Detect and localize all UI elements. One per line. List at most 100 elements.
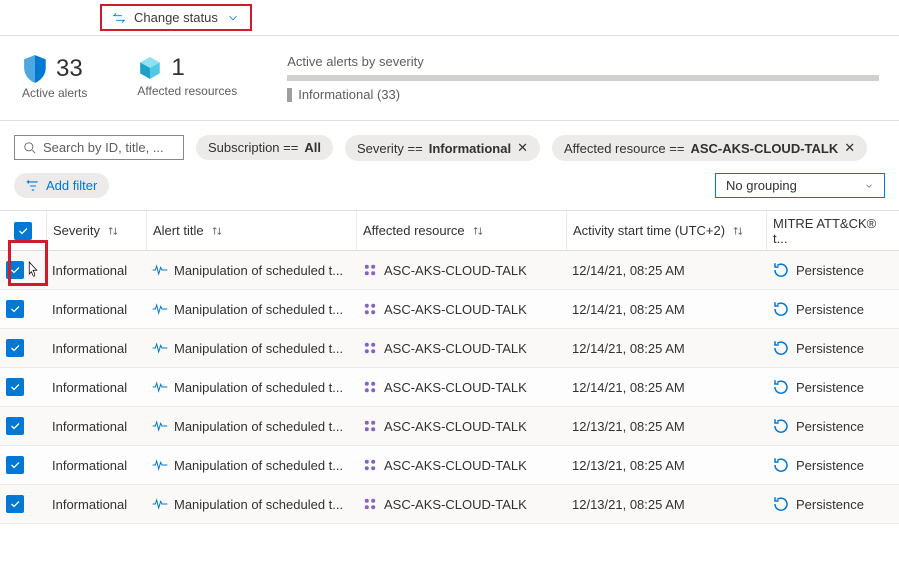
- stat-active-alerts: 33 Active alerts: [22, 54, 87, 100]
- pulse-icon: [152, 420, 168, 432]
- filter-bar: Search by ID, title, ... Subscription ==…: [0, 121, 899, 202]
- summary-bar: 33 Active alerts 1 Affected resources Ac…: [0, 36, 899, 121]
- affected-resources-label: Affected resources: [137, 84, 237, 98]
- sort-icon: [731, 224, 745, 238]
- row-title: Manipulation of scheduled t...: [146, 380, 356, 395]
- row-start: 12/14/21, 08:25 AM: [566, 263, 766, 278]
- col-start[interactable]: Activity start time (UTC+2): [566, 211, 766, 250]
- row-title: Manipulation of scheduled t...: [146, 497, 356, 512]
- row-mitre: Persistence: [766, 495, 899, 513]
- table-row[interactable]: InformationalManipulation of scheduled t…: [0, 485, 899, 524]
- row-checkbox[interactable]: [0, 495, 46, 513]
- toolbar: Change status: [0, 0, 899, 36]
- col-resource[interactable]: Affected resource: [356, 211, 566, 250]
- persistence-icon: [772, 417, 790, 435]
- row-severity: Informational: [46, 458, 146, 473]
- stat-affected-resources: 1 Affected resources: [137, 54, 237, 98]
- sort-icon: [106, 224, 120, 238]
- active-alerts-count: 33: [56, 55, 83, 83]
- swap-icon: [112, 11, 126, 25]
- row-checkbox[interactable]: [0, 300, 46, 318]
- search-icon: [23, 141, 37, 155]
- pulse-icon: [152, 498, 168, 510]
- sort-icon: [210, 224, 224, 238]
- filter-pill-resource[interactable]: Affected resource == ASC-AKS-CLOUD-TALK …: [552, 135, 867, 161]
- shield-icon: [22, 54, 48, 84]
- row-severity: Informational: [46, 263, 146, 278]
- row-mitre: Persistence: [766, 456, 899, 474]
- active-alerts-label: Active alerts: [22, 86, 87, 100]
- row-mitre: Persistence: [766, 339, 899, 357]
- row-resource: ASC-AKS-CLOUD-TALK: [356, 457, 566, 473]
- table-row[interactable]: InformationalManipulation of scheduled t…: [0, 446, 899, 485]
- persistence-icon: [772, 456, 790, 474]
- change-status-button[interactable]: Change status: [100, 4, 252, 31]
- alerts-table: Severity Alert title Affected resource A…: [0, 210, 899, 524]
- table-row[interactable]: InformationalManipulation of scheduled t…: [0, 407, 899, 446]
- severity-legend-text: Informational (33): [298, 87, 400, 102]
- row-checkbox[interactable]: [0, 378, 46, 396]
- pulse-icon: [152, 342, 168, 354]
- pulse-icon: [152, 264, 168, 276]
- close-icon[interactable]: ✕: [517, 140, 528, 156]
- filter-pill-severity[interactable]: Severity == Informational ✕: [345, 135, 540, 161]
- resource-icon: [362, 301, 378, 317]
- table-row[interactable]: InformationalManipulation of scheduled t…: [0, 251, 899, 290]
- row-mitre: Persistence: [766, 378, 899, 396]
- row-start: 12/14/21, 08:25 AM: [566, 341, 766, 356]
- resource-icon: [362, 379, 378, 395]
- resource-icon: [362, 457, 378, 473]
- row-resource: ASC-AKS-CLOUD-TALK: [356, 418, 566, 434]
- row-resource: ASC-AKS-CLOUD-TALK: [356, 340, 566, 356]
- row-resource: ASC-AKS-CLOUD-TALK: [356, 262, 566, 278]
- table-row[interactable]: InformationalManipulation of scheduled t…: [0, 329, 899, 368]
- row-start: 12/14/21, 08:25 AM: [566, 302, 766, 317]
- col-title[interactable]: Alert title: [146, 211, 356, 250]
- row-mitre: Persistence: [766, 417, 899, 435]
- row-severity: Informational: [46, 380, 146, 395]
- search-placeholder: Search by ID, title, ...: [43, 140, 164, 155]
- resource-icon: [362, 418, 378, 434]
- add-filter-button[interactable]: Add filter: [14, 173, 109, 198]
- row-start: 12/13/21, 08:25 AM: [566, 419, 766, 434]
- row-start: 12/13/21, 08:25 AM: [566, 458, 766, 473]
- col-mitre[interactable]: MITRE ATT&CK® t...: [766, 211, 899, 250]
- filter-pill-subscription[interactable]: Subscription == All: [196, 135, 333, 160]
- severity-swatch: [287, 88, 292, 102]
- col-severity[interactable]: Severity: [46, 211, 146, 250]
- row-title: Manipulation of scheduled t...: [146, 458, 356, 473]
- row-severity: Informational: [46, 302, 146, 317]
- resource-icon: [362, 340, 378, 356]
- row-resource: ASC-AKS-CLOUD-TALK: [356, 496, 566, 512]
- pulse-icon: [152, 381, 168, 393]
- persistence-icon: [772, 339, 790, 357]
- row-title: Manipulation of scheduled t...: [146, 341, 356, 356]
- select-all-checkbox[interactable]: [0, 211, 46, 250]
- persistence-icon: [772, 378, 790, 396]
- sort-icon: [471, 224, 485, 238]
- table-row[interactable]: InformationalManipulation of scheduled t…: [0, 290, 899, 329]
- change-status-label: Change status: [134, 10, 218, 25]
- row-severity: Informational: [46, 341, 146, 356]
- row-resource: ASC-AKS-CLOUD-TALK: [356, 301, 566, 317]
- close-icon[interactable]: ✕: [844, 140, 855, 156]
- row-checkbox[interactable]: [0, 417, 46, 435]
- persistence-icon: [772, 495, 790, 513]
- table-row[interactable]: InformationalManipulation of scheduled t…: [0, 368, 899, 407]
- chevron-down-icon: [864, 181, 874, 191]
- severity-chart: Active alerts by severity Informational …: [287, 54, 879, 102]
- persistence-icon: [772, 300, 790, 318]
- persistence-icon: [772, 261, 790, 279]
- cube-icon: [137, 55, 163, 81]
- row-checkbox[interactable]: [0, 456, 46, 474]
- row-title: Manipulation of scheduled t...: [146, 263, 356, 278]
- affected-resources-count: 1: [171, 54, 184, 82]
- row-checkbox[interactable]: [0, 339, 46, 357]
- pulse-icon: [152, 459, 168, 471]
- row-severity: Informational: [46, 419, 146, 434]
- search-input[interactable]: Search by ID, title, ...: [14, 135, 184, 160]
- filter-add-icon: [26, 179, 40, 193]
- row-resource: ASC-AKS-CLOUD-TALK: [356, 379, 566, 395]
- severity-legend: Informational (33): [287, 87, 879, 102]
- grouping-select[interactable]: No grouping: [715, 173, 885, 198]
